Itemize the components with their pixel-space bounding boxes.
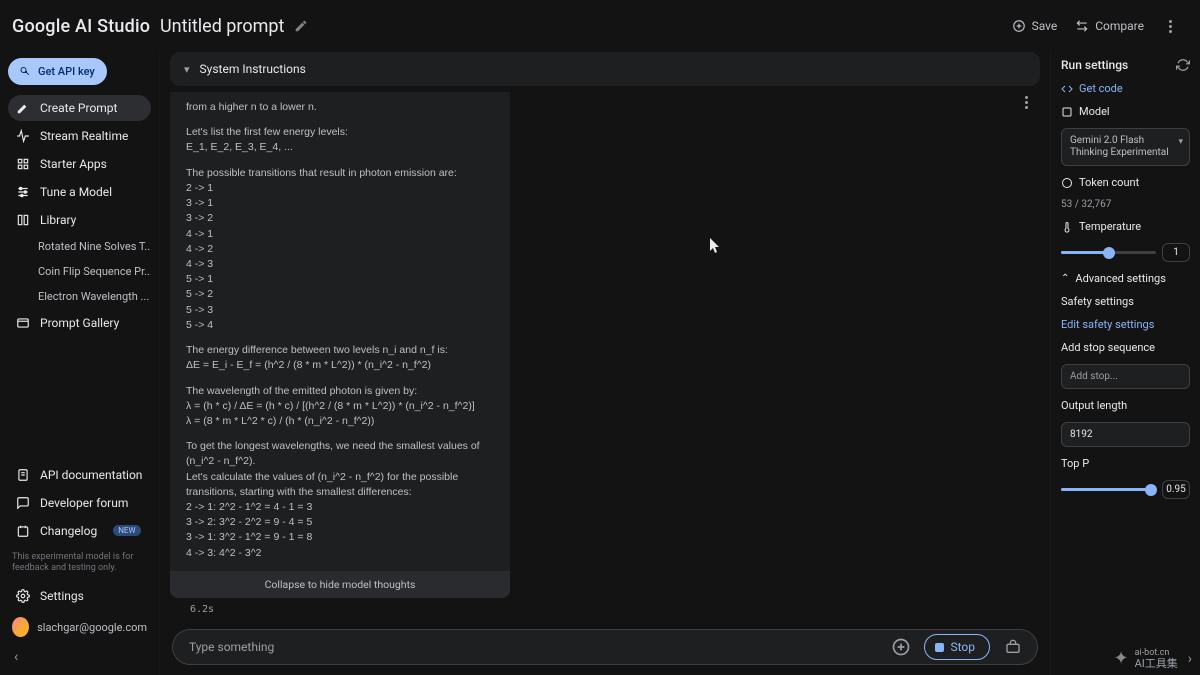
edit-safety-link[interactable]: Edit safety settings [1061, 318, 1190, 331]
sidebar-item-starter-apps[interactable]: Starter Apps [8, 151, 151, 177]
model-thoughts-card: from a higher n to a lower n.Let's list … [170, 92, 510, 598]
page-title: Untitled prompt [160, 16, 284, 37]
user-account[interactable]: slachgar@google.com [8, 611, 151, 643]
stop-icon [935, 643, 944, 652]
run-settings-panel: Run settings Get code Model Gemini 2.0 F… [1050, 52, 1200, 675]
top-p-value[interactable]: 0.95 [1162, 480, 1190, 499]
output-length-input[interactable]: 8192 [1061, 422, 1190, 447]
token-count-value: 53 / 32,767 [1061, 199, 1190, 210]
sidebar-item-prompt-gallery[interactable]: Prompt Gallery [8, 310, 151, 336]
library-item-0[interactable]: Rotated Nine Solves T... [8, 235, 151, 258]
save-label: Save [1032, 19, 1058, 33]
stop-button[interactable]: Stop [924, 634, 990, 660]
elapsed-time: 6.2s [170, 598, 1040, 621]
sidebar-item-settings[interactable]: Settings [8, 583, 151, 609]
disclaimer-text: This experimental model is for feedback … [8, 546, 151, 581]
sidebar-item-dev-forum[interactable]: Developer forum [8, 490, 151, 516]
sidebar-item-stream-realtime[interactable]: Stream Realtime [8, 123, 151, 149]
model-select[interactable]: Gemini 2.0 Flash Thinking Experimental [1061, 128, 1190, 166]
refresh-icon[interactable] [1176, 58, 1190, 72]
edit-title-icon[interactable] [294, 19, 308, 33]
compare-label: Compare [1095, 19, 1144, 33]
chat-area: from a higher n to a lower n.Let's list … [170, 92, 1040, 621]
sidebar-item-changelog[interactable]: Changelog NEW [8, 518, 151, 544]
temperature-slider[interactable] [1061, 251, 1156, 254]
advanced-settings-toggle[interactable]: ⌃ Advanced settings [1061, 272, 1190, 285]
api-key-label: Get API key [38, 65, 95, 78]
topbar: Google AI Studio Untitled prompt Save Co… [0, 0, 1200, 52]
sidebar-item-api-docs[interactable]: API documentation [8, 462, 151, 488]
system-instructions-bar[interactable]: ▾ System Instructions [170, 52, 1040, 86]
output-length-label: Output length [1061, 399, 1190, 412]
get-code-link[interactable]: Get code [1061, 82, 1190, 95]
main-area: ▾ System Instructions from a higher n to… [160, 52, 1050, 675]
safety-settings-label: Safety settings [1061, 295, 1190, 308]
sidebar: Get API key Create Prompt Stream Realtim… [0, 52, 160, 675]
stop-sequence-label: Add stop sequence [1061, 341, 1190, 354]
gallery-icon[interactable] [1000, 634, 1026, 660]
user-email: slachgar@google.com [37, 621, 147, 634]
token-count-label: Token count [1061, 176, 1190, 189]
watermark-icon: ✦ [1114, 648, 1129, 669]
top-p-label: Top P [1061, 457, 1190, 470]
new-badge: NEW [113, 525, 140, 536]
avatar [12, 617, 29, 637]
temperature-label: Temperature [1061, 220, 1190, 233]
run-settings-title: Run settings [1061, 58, 1128, 72]
overflow-menu-icon[interactable] [1162, 20, 1178, 33]
sidebar-item-library[interactable]: Library [8, 207, 151, 233]
temperature-value[interactable]: 1 [1162, 243, 1190, 262]
sidebar-item-tune-model[interactable]: Tune a Model [8, 179, 151, 205]
collapse-sidebar-icon[interactable]: ‹ [8, 645, 151, 669]
collapse-thoughts-button[interactable]: Collapse to hide model thoughts [170, 571, 510, 598]
thoughts-content: from a higher n to a lower n.Let's list … [170, 92, 510, 571]
library-item-2[interactable]: Electron Wavelength ... [8, 285, 151, 308]
top-p-slider[interactable] [1061, 488, 1156, 491]
add-attachment-icon[interactable] [888, 634, 914, 660]
input-row: Type something Stop [170, 621, 1040, 675]
save-button[interactable]: Save [1012, 19, 1058, 33]
library-item-1[interactable]: Coin Flip Sequence Pr... [8, 260, 151, 283]
chevron-down-icon: ▾ [184, 63, 190, 76]
stop-sequence-input[interactable]: Add stop... [1061, 364, 1190, 389]
message-menu-icon[interactable] [1018, 96, 1034, 109]
watermark: ✦ ai-bot.cn AI工具集 › [1114, 648, 1192, 669]
compare-button[interactable]: Compare [1075, 19, 1144, 33]
mouse-cursor-icon [710, 238, 722, 254]
app-logo: Google AI Studio [0, 16, 160, 37]
get-api-key-button[interactable]: Get API key [8, 58, 107, 85]
sidebar-item-create-prompt[interactable]: Create Prompt [8, 95, 151, 121]
system-instructions-label: System Instructions [200, 62, 306, 76]
model-label: Model [1061, 105, 1190, 118]
